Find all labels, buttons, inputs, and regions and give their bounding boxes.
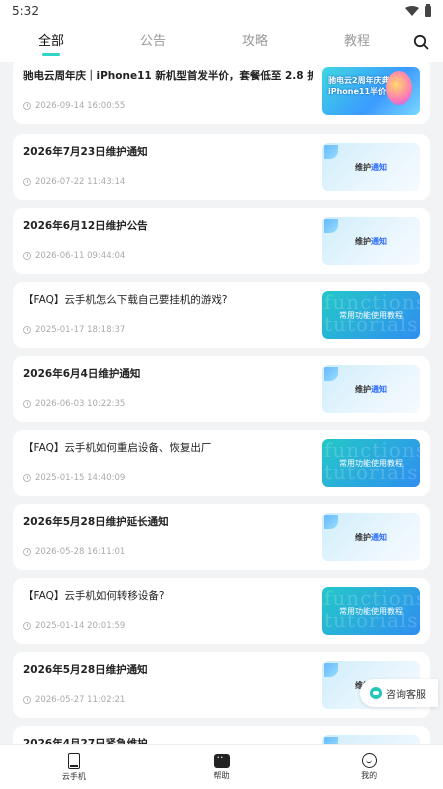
- thumb-text: 常用功能使用教程: [339, 606, 403, 616]
- battery-icon: [425, 3, 431, 17]
- article-timestamp: 2025-01-17 18:18:37: [35, 325, 126, 335]
- article-title: 2026年5月28日维护通知: [23, 664, 148, 676]
- article-thumbnail: 维护通知: [322, 735, 420, 744]
- customer-service-button[interactable]: 咨询客服: [360, 679, 438, 707]
- clock-icon: [23, 178, 31, 186]
- article-time: 2025-01-17 18:18:37: [23, 325, 125, 335]
- article-timestamp: 2025-01-15 14:40:09: [35, 473, 126, 483]
- clock-icon: [23, 474, 31, 482]
- article-title: 驰电云周年庆｜iPhone11 新机型首发半价，套餐低至 2.8 折!: [23, 70, 313, 82]
- article-time: 2026-06-03 10:22:35: [23, 399, 125, 409]
- tab-announcements[interactable]: 公告: [102, 22, 204, 62]
- article-timestamp: 2026-06-11 09:44:04: [35, 251, 126, 261]
- article-card[interactable]: 2026年5月28日维护延长通知 2026-05-28 16:11:01 维护 通知: [13, 504, 430, 570]
- article-time: 2025-01-15 14:40:09: [23, 473, 125, 483]
- article-title: 2026年4月27日紧急维护: [23, 738, 148, 744]
- article-card[interactable]: 驰电云周年庆｜iPhone11 新机型首发半价，套餐低至 2.8 折! 2026-…: [13, 62, 430, 124]
- promo-line: iPhone11半价: [328, 87, 387, 96]
- nav-help[interactable]: 帮助: [148, 745, 296, 789]
- promo-text: 驰电云2周年庆典 iPhone11半价: [328, 75, 390, 97]
- article-card[interactable]: 【FAQ】云手机如何重启设备、恢复出厂 2025-01-15 14:40:09 fu…: [13, 430, 430, 496]
- nav-cloud-phone[interactable]: 云手机: [0, 745, 148, 789]
- search-icon[interactable]: [413, 34, 429, 50]
- article-thumbnail: 维护通知: [322, 217, 420, 265]
- article-title: 2026年6月4日维护通知: [23, 368, 141, 380]
- help-icon: [213, 751, 230, 768]
- article-title: 【FAQ】云手机如何重启设备、恢复出厂: [23, 442, 212, 454]
- nav-me[interactable]: 我的: [295, 745, 443, 789]
- status-time: 5:32: [12, 4, 39, 18]
- clock-icon: [23, 400, 31, 408]
- tab-all[interactable]: 全部: [0, 22, 102, 62]
- article-thumbnail: 维护通知: [322, 513, 420, 561]
- thumb-text-accent: 通知: [371, 236, 387, 246]
- article-time: 2026-07-22 11:43:14: [23, 177, 125, 187]
- thumb-text: 常用功能使用教程: [339, 310, 403, 320]
- article-card[interactable]: 2026年7月23日维护通知 2026-07-22 11:43:14 维护 通知: [13, 134, 430, 200]
- article-timestamp: 2026-06-03 10:22:35: [35, 399, 126, 409]
- article-thumbnail: 维护通知: [322, 365, 420, 413]
- thumb-text-accent: 通知: [371, 162, 387, 172]
- tab-guides[interactable]: 攻略: [204, 22, 306, 62]
- status-icons: [405, 3, 431, 17]
- article-time: 2026-06-11 09:44:04: [23, 251, 125, 261]
- article-title: 2026年7月23日维护通知: [23, 146, 148, 158]
- article-time: 2025-01-14 20:01:59: [23, 621, 125, 631]
- article-card[interactable]: 2026年6月4日维护通知 2026-06-03 10:22:35 维护 通知: [13, 356, 430, 422]
- article-card[interactable]: 2026年6月12日维护公告 2026-06-11 09:44:04 维护 通知: [13, 208, 430, 274]
- customer-service-label: 咨询客服: [386, 689, 426, 701]
- nav-help-label: 帮助: [213, 770, 230, 780]
- thumb-text-accent: 通知: [371, 532, 387, 542]
- nav-cloud-phone-label: 云手机: [61, 771, 86, 781]
- article-timestamp: 2026-09-14 16:00:55: [35, 101, 126, 111]
- article-timestamp: 2025-01-14 20:01:59: [35, 621, 126, 631]
- article-card[interactable]: 2026年4月27日紧急维护 维护通知: [13, 726, 430, 744]
- thumb-text-accent: 通知: [371, 384, 387, 394]
- thumb-text: 常用功能使用教程: [339, 458, 403, 468]
- thumb-text: 维护: [355, 532, 371, 542]
- clock-icon: [23, 548, 31, 556]
- clock-icon: [23, 622, 31, 630]
- article-time: 2026-09-14 16:00:55: [23, 101, 125, 111]
- article-feed: 驰电云周年庆｜iPhone11 新机型首发半价，套餐低至 2.8 折! 2026-…: [0, 62, 443, 744]
- clock-icon: [23, 696, 31, 704]
- phone-icon: [67, 752, 80, 769]
- article-time: 2026-05-27 11:02:21: [23, 695, 125, 705]
- article-title: 2026年6月12日维护公告: [23, 220, 148, 232]
- article-timestamp: 2026-05-27 11:02:21: [35, 695, 126, 705]
- thumb-text: 维护: [355, 384, 371, 394]
- article-title: 2026年5月28日维护延长通知: [23, 516, 169, 528]
- category-tabs: 全部 公告 攻略 教程: [0, 22, 443, 62]
- bottom-nav: 云手机 帮助 我的: [0, 744, 443, 789]
- article-thumbnail: functions tutorials 常用功能使用教程: [322, 587, 420, 635]
- article-thumbnail: 驰电云2周年庆典 iPhone11半价: [322, 67, 420, 115]
- chat-icon: [370, 687, 382, 699]
- article-time: 2026-05-28 16:11:01: [23, 547, 125, 557]
- promo-line: 驰电云2周年庆典: [328, 76, 390, 85]
- article-timestamp: 2026-05-28 16:11:01: [35, 547, 126, 557]
- clock-icon: [23, 326, 31, 334]
- article-thumbnail: 维护通知: [322, 143, 420, 191]
- clock-icon: [23, 102, 31, 110]
- article-title: 【FAQ】云手机怎么下载自己要挂机的游戏?: [23, 294, 228, 306]
- article-card[interactable]: 【FAQ】云手机如何转移设备? 2025-01-14 20:01:59 functi…: [13, 578, 430, 644]
- article-title: 【FAQ】云手机如何转移设备?: [23, 590, 165, 602]
- clock-icon: [23, 252, 31, 260]
- profile-icon: [361, 753, 377, 768]
- anniversary-badge-icon: [386, 71, 412, 105]
- tab-tutorials[interactable]: 教程: [306, 22, 408, 62]
- thumb-text: 维护: [355, 236, 371, 246]
- nav-me-label: 我的: [361, 771, 378, 780]
- article-timestamp: 2026-07-22 11:43:14: [35, 177, 126, 187]
- article-thumbnail: functions tutorials 常用功能使用教程: [322, 439, 420, 487]
- article-card[interactable]: 【FAQ】云手机怎么下载自己要挂机的游戏? 2025-01-17 18:18:37…: [13, 282, 430, 348]
- article-thumbnail: functions tutorials 常用功能使用教程: [322, 291, 420, 339]
- thumb-text: 维护: [355, 162, 371, 172]
- status-bar: 5:32: [0, 0, 443, 22]
- wifi-icon: [405, 6, 419, 16]
